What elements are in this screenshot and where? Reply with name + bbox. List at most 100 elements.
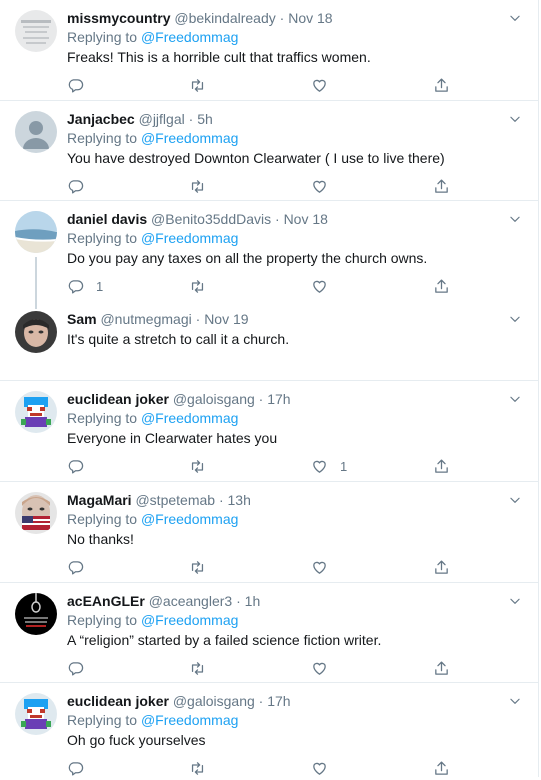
tweet[interactable]: Sam @nutmegmagi · Nov 19 It's quite a st… bbox=[0, 301, 538, 381]
more-options-button[interactable] bbox=[508, 493, 522, 507]
share-button[interactable] bbox=[433, 758, 450, 778]
replying-label: Replying to bbox=[67, 130, 138, 146]
user-handle[interactable]: @jjflgal bbox=[139, 111, 185, 127]
like-button[interactable] bbox=[311, 758, 340, 778]
tweet[interactable]: euclidean joker @galoisgang · 17h Replyi… bbox=[0, 683, 538, 777]
reply-button[interactable] bbox=[67, 176, 96, 196]
tweet[interactable]: Janjacbec @jjflgal · 5h Replying to @Fre… bbox=[0, 101, 538, 201]
tweet[interactable]: daniel davis @Benito35ddDavis · Nov 18 R… bbox=[0, 201, 538, 301]
replying-label: Replying to bbox=[67, 612, 138, 628]
like-button[interactable] bbox=[311, 557, 340, 577]
more-options-button[interactable] bbox=[508, 11, 522, 25]
reply-button[interactable]: 1 bbox=[67, 276, 103, 296]
like-icon bbox=[311, 278, 328, 295]
user-handle[interactable]: @aceangler3 bbox=[149, 593, 233, 609]
reply-button[interactable] bbox=[67, 658, 96, 678]
reply-button[interactable] bbox=[67, 758, 96, 778]
timestamp[interactable]: 1h bbox=[245, 593, 261, 609]
avatar[interactable] bbox=[15, 391, 57, 433]
like-button[interactable]: 1 bbox=[311, 456, 347, 476]
chevron-down-icon bbox=[508, 312, 522, 326]
share-button[interactable] bbox=[433, 75, 450, 95]
like-icon bbox=[311, 760, 328, 777]
retweet-icon bbox=[189, 559, 206, 576]
separator: · bbox=[258, 693, 264, 709]
more-options-button[interactable] bbox=[508, 694, 522, 708]
more-options-button[interactable] bbox=[508, 392, 522, 406]
retweet-button[interactable] bbox=[189, 456, 206, 476]
display-name[interactable]: MagaMari bbox=[67, 492, 132, 508]
reply-count: 1 bbox=[96, 278, 104, 294]
user-handle[interactable]: @galoisgang bbox=[173, 391, 255, 407]
replying-to-link[interactable]: @Freedommag bbox=[141, 410, 238, 426]
retweet-button[interactable] bbox=[189, 557, 206, 577]
like-button[interactable] bbox=[311, 75, 340, 95]
more-options-button[interactable] bbox=[508, 594, 522, 608]
tweet[interactable]: missmycountry @bekindalready · Nov 18 Re… bbox=[0, 0, 538, 101]
like-button[interactable] bbox=[311, 276, 340, 296]
reply-button[interactable] bbox=[67, 557, 96, 577]
replying-to-link[interactable]: @Freedommag bbox=[141, 612, 238, 628]
tweet-actions: 1 bbox=[67, 456, 523, 478]
replying-to-link[interactable]: @Freedommag bbox=[141, 130, 238, 146]
more-options-button[interactable] bbox=[508, 212, 522, 226]
avatar[interactable] bbox=[15, 211, 57, 253]
replying-to-link[interactable]: @Freedommag bbox=[141, 511, 238, 527]
tweet-header: MagaMari @stpetemab · 13h bbox=[67, 491, 523, 510]
user-handle[interactable]: @Benito35ddDavis bbox=[151, 211, 271, 227]
avatar[interactable] bbox=[15, 593, 57, 635]
display-name[interactable]: daniel davis bbox=[67, 211, 147, 227]
user-handle[interactable]: @bekindalready bbox=[174, 10, 275, 26]
retweet-button[interactable] bbox=[189, 176, 206, 196]
share-button[interactable] bbox=[433, 456, 450, 476]
share-button[interactable] bbox=[433, 557, 450, 577]
avatar[interactable] bbox=[15, 492, 57, 534]
tweet[interactable]: euclidean joker @galoisgang · 17h Replyi… bbox=[0, 381, 538, 482]
share-button[interactable] bbox=[433, 276, 450, 296]
like-icon bbox=[311, 178, 328, 195]
avatar[interactable] bbox=[15, 10, 57, 52]
user-handle[interactable]: @galoisgang bbox=[173, 693, 255, 709]
replying-to: Replying to @Freedommag bbox=[67, 711, 523, 730]
tweet-text: You have destroyed Downton Clearwater ( … bbox=[67, 150, 445, 166]
display-name[interactable]: Sam bbox=[67, 311, 97, 327]
user-handle[interactable]: @nutmegmagi bbox=[100, 311, 191, 327]
more-options-button[interactable] bbox=[508, 112, 522, 126]
timestamp[interactable]: 17h bbox=[267, 391, 290, 407]
display-name[interactable]: acEAnGLEr bbox=[67, 593, 145, 609]
timestamp[interactable]: 5h bbox=[197, 111, 213, 127]
retweet-button[interactable] bbox=[189, 658, 206, 678]
timestamp[interactable]: Nov 18 bbox=[288, 10, 332, 26]
reply-button[interactable] bbox=[67, 456, 96, 476]
tweet[interactable]: acEAnGLEr @aceangler3 · 1h Replying to @… bbox=[0, 583, 538, 683]
reply-icon bbox=[67, 660, 84, 677]
timestamp[interactable]: 17h bbox=[267, 693, 290, 709]
retweet-button[interactable] bbox=[189, 758, 206, 778]
user-handle[interactable]: @stpetemab bbox=[135, 492, 215, 508]
more-options-button[interactable] bbox=[508, 312, 522, 326]
retweet-button[interactable] bbox=[189, 276, 206, 296]
display-name[interactable]: euclidean joker bbox=[67, 693, 169, 709]
avatar[interactable] bbox=[15, 111, 57, 153]
timestamp[interactable]: 13h bbox=[228, 492, 251, 508]
timestamp[interactable]: Nov 19 bbox=[204, 311, 248, 327]
replying-to-link[interactable]: @Freedommag bbox=[141, 29, 238, 45]
tweet[interactable]: MagaMari @stpetemab · 13h Replying to @F… bbox=[0, 482, 538, 583]
share-icon bbox=[433, 77, 450, 94]
timestamp[interactable]: Nov 18 bbox=[284, 211, 328, 227]
display-name[interactable]: Janjacbec bbox=[67, 111, 135, 127]
like-button[interactable] bbox=[311, 176, 340, 196]
like-button[interactable] bbox=[311, 658, 340, 678]
avatar[interactable] bbox=[15, 693, 57, 735]
reply-button[interactable] bbox=[67, 75, 96, 95]
share-button[interactable] bbox=[433, 176, 450, 196]
separator: · bbox=[195, 311, 201, 327]
retweet-button[interactable] bbox=[189, 75, 206, 95]
display-name[interactable]: missmycountry bbox=[67, 10, 170, 26]
tweet-header: euclidean joker @galoisgang · 17h bbox=[67, 390, 523, 409]
replying-to-link[interactable]: @Freedommag bbox=[141, 712, 238, 728]
replying-to-link[interactable]: @Freedommag bbox=[141, 230, 238, 246]
display-name[interactable]: euclidean joker bbox=[67, 391, 169, 407]
share-button[interactable] bbox=[433, 658, 450, 678]
avatar[interactable] bbox=[15, 311, 57, 353]
